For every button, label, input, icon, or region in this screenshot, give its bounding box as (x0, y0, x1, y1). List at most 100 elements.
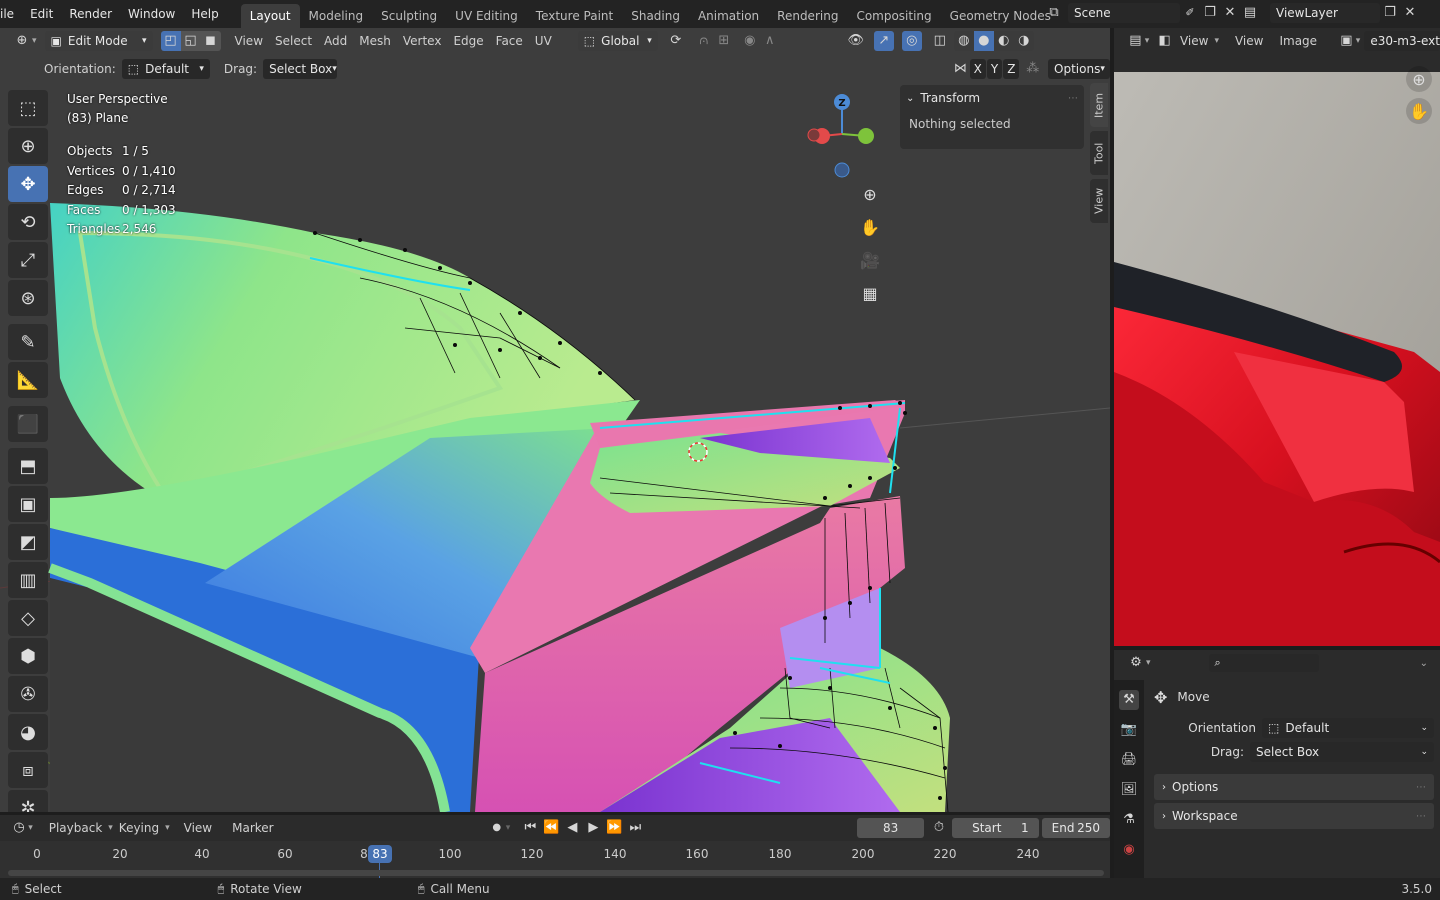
viewport-3d[interactable]: ⊕ ▾ ▣ Edit Mode ▾ ◰ ◱ ◼ View Select Add … (0, 28, 1110, 812)
tool-properties-icon[interactable]: ⚒ (1119, 690, 1139, 710)
jump-end-icon[interactable]: ⏭ (625, 818, 645, 838)
properties-search-input[interactable]: ⌕ (1208, 654, 1319, 672)
menu-playback[interactable]: Playback (43, 821, 109, 835)
delete-view-layer-icon[interactable]: ✕ (1400, 3, 1420, 23)
extrude-tool[interactable]: ⬒ (8, 448, 48, 484)
visibility-icon[interactable]: 👁 (846, 31, 866, 51)
rotate-tool[interactable]: ⟲ (8, 204, 48, 240)
editor-type-icon[interactable]: ⊕ (12, 31, 32, 51)
scale-tool[interactable]: ⤢ (8, 242, 48, 278)
view-mode-selector[interactable]: View (1174, 34, 1214, 48)
tab-sculpting[interactable]: Sculpting (372, 4, 446, 28)
orientation-selector[interactable]: ⬚ Default ⌄ (1262, 718, 1434, 738)
tab-uv-editing[interactable]: UV Editing (446, 4, 527, 28)
play-icon[interactable]: ▶ (583, 818, 603, 838)
inset-tool[interactable]: ▣ (8, 486, 48, 522)
timeline-scrollbar[interactable] (8, 870, 1104, 876)
end-frame-field[interactable]: End 250 (1041, 818, 1111, 838)
perspective-grid-icon[interactable]: ▦ (857, 280, 883, 306)
record-icon[interactable]: ● (488, 818, 506, 838)
menu-mesh[interactable]: Mesh (353, 34, 397, 48)
menu-help[interactable]: Help (183, 0, 226, 28)
select-box-tool[interactable]: ⬚ (8, 90, 48, 126)
loop-cut-tool[interactable]: ▥ (8, 562, 48, 598)
output-properties-icon[interactable]: 🖨 (1119, 750, 1139, 770)
pin-icon[interactable]: ✐ (1180, 3, 1200, 23)
menu-image[interactable]: Image (1273, 34, 1323, 48)
jump-keyframe-back-icon[interactable]: ⏪ (541, 818, 561, 838)
material-shading-icon[interactable]: ◐ (994, 31, 1014, 51)
transform-panel-header[interactable]: ⌄ Transform ⋯ (900, 85, 1084, 111)
mode-selector[interactable]: ▣ Edit Mode ▾ (44, 31, 153, 51)
overlays-icon[interactable]: ◎ (901, 31, 922, 51)
editor-type-icon[interactable]: ◷ (10, 818, 28, 838)
measure-tool[interactable]: 📐 (8, 362, 48, 398)
menu-face[interactable]: Face (490, 34, 529, 48)
drag-handle-icon[interactable]: ⋯ (1068, 93, 1078, 104)
new-view-layer-icon[interactable]: ❐ (1380, 3, 1400, 23)
face-select-icon[interactable]: ◼ (200, 31, 221, 51)
transform-tool[interactable]: ⊛ (8, 280, 48, 316)
scene-icon[interactable]: ⧉ (1044, 3, 1064, 23)
menu-view[interactable]: View (1229, 34, 1269, 48)
menu-keying[interactable]: Keying (113, 821, 165, 835)
jump-start-icon[interactable]: ⏮ (520, 818, 540, 838)
start-frame-field[interactable]: Start 1 (952, 818, 1039, 838)
jump-keyframe-forward-icon[interactable]: ⏩ (604, 818, 624, 838)
menu-view[interactable]: View (229, 34, 269, 48)
menu-marker[interactable]: Marker (226, 821, 279, 835)
new-scene-icon[interactable]: ❐ (1200, 3, 1220, 23)
zoom-icon[interactable]: ⊕ (1406, 66, 1432, 92)
tab-layout[interactable]: Layout (240, 4, 300, 28)
move-tool[interactable]: ✥ (8, 166, 48, 202)
topology-mirror-icon[interactable]: ⁂ (1023, 59, 1042, 79)
editor-type-icon[interactable]: ▤ (1126, 31, 1145, 51)
menu-vertex[interactable]: Vertex (397, 34, 448, 48)
drag-handle-icon[interactable]: ⋯ (1416, 811, 1426, 822)
tab-tool[interactable]: Tool (1090, 131, 1108, 175)
tab-modeling[interactable]: Modeling (300, 4, 373, 28)
snap-icon[interactable]: ⩀ (694, 31, 714, 51)
tab-compositing[interactable]: Compositing (847, 4, 940, 28)
tab-view[interactable]: View (1090, 179, 1108, 223)
view-layer-icon[interactable]: ▤ (1240, 3, 1260, 23)
falloff-icon[interactable]: ∧ (760, 31, 780, 51)
zoom-icon[interactable]: ⊕ (857, 181, 883, 207)
tab-animation[interactable]: Animation (689, 4, 768, 28)
solid-shading-icon[interactable]: ● (973, 31, 994, 51)
edge-select-icon[interactable]: ◱ (180, 31, 201, 51)
tab-item[interactable]: Item (1090, 83, 1108, 127)
mirror-x-button[interactable]: X (969, 59, 986, 79)
knife-tool[interactable]: ◇ (8, 600, 48, 636)
options-dropdown[interactable]: Options ▾ (1048, 59, 1110, 79)
image-name-field[interactable]: e30-m3-exter (1364, 31, 1440, 51)
chevron-down-icon[interactable]: ⌄ (1420, 658, 1428, 669)
menu-file[interactable]: ile (0, 0, 22, 28)
drag-selector[interactable]: Select Box ▾ (263, 59, 338, 79)
playhead[interactable]: 83 (368, 845, 392, 863)
pan-hand-icon[interactable]: ✋ (1406, 98, 1432, 124)
editor-type-icon[interactable]: ⚙ (1126, 653, 1146, 673)
view-layer-properties-icon[interactable]: 🖼 (1119, 780, 1139, 800)
render-properties-icon[interactable]: 📷 (1119, 720, 1139, 740)
workspace-panel[interactable]: › Workspace ⋯ (1154, 803, 1434, 829)
menu-render[interactable]: Render (61, 0, 120, 28)
world-properties-icon[interactable]: ◉ (1119, 840, 1139, 860)
options-panel[interactable]: › Options ⋯ (1154, 774, 1434, 800)
xray-icon[interactable]: ◫ (930, 31, 950, 51)
tool-orientation-selector[interactable]: ⬚ Default ▾ (121, 59, 210, 79)
gizmo-toggle-icon[interactable]: ↗ (873, 31, 894, 51)
menu-uv[interactable]: UV (529, 34, 558, 48)
drag-selector[interactable]: Select Box ⌄ (1250, 742, 1434, 762)
menu-window[interactable]: Window (120, 0, 183, 28)
rendered-shading-icon[interactable]: ◑ (1014, 31, 1034, 51)
navigation-gizmo[interactable]: Z (800, 90, 886, 186)
tab-shading[interactable]: Shading (622, 4, 689, 28)
scene-field[interactable]: Scene (1068, 3, 1180, 23)
image-browse-icon[interactable]: ▣ (1337, 31, 1356, 51)
image-mode-icon[interactable]: ◧ (1155, 31, 1174, 51)
tab-geometry-nodes[interactable]: Geometry Nodes (941, 4, 1060, 28)
proportional-edit-icon[interactable]: ◉ (740, 31, 760, 51)
wireframe-shading-icon[interactable]: ◍ (954, 31, 974, 51)
view-layer-field[interactable]: ViewLayer (1270, 3, 1380, 23)
